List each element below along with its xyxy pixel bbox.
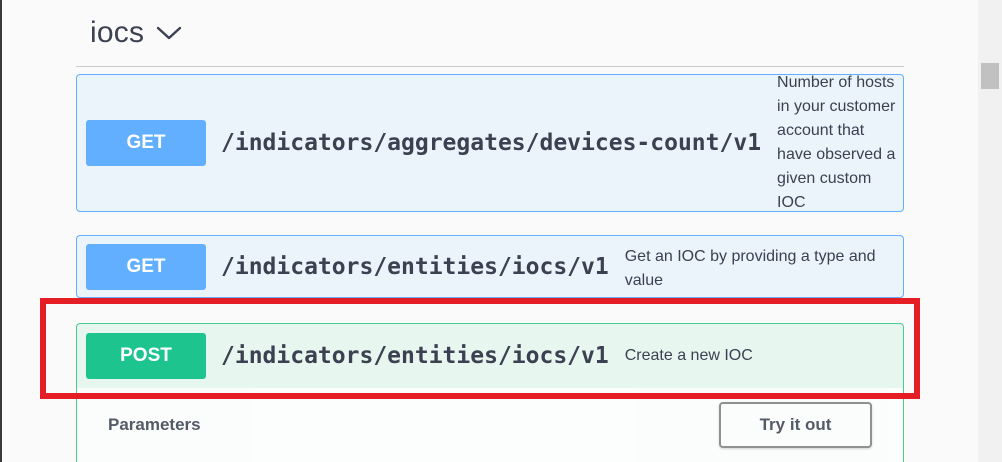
scrollbar-thumb[interactable] <box>981 63 999 89</box>
method-badge: POST <box>86 333 206 379</box>
parameters-label: Parameters <box>108 415 201 434</box>
scrollbar-track[interactable] <box>978 0 1002 462</box>
left-border <box>0 0 2 462</box>
chevron-down-icon[interactable] <box>156 25 182 41</box>
try-it-out-button[interactable]: Try it out <box>719 402 872 448</box>
operation-post-iocs[interactable]: POST /indicators/entities/iocs/v1 Create… <box>76 323 904 389</box>
method-badge: GET <box>86 243 206 290</box>
operation-get-devices-count[interactable]: GET /indicators/aggregates/devices-count… <box>76 74 904 212</box>
operation-path: /indicators/entities/iocs/v1 <box>221 253 609 280</box>
tag-section-header[interactable]: iocs <box>76 0 904 67</box>
method-badge: GET <box>86 120 206 166</box>
tag-title: iocs <box>90 16 145 49</box>
swagger-page: iocs GET /indicators/aggregates/devices-… <box>0 0 1002 462</box>
parameters-header: Parameters Try it out <box>77 388 903 462</box>
operation-path: /indicators/entities/iocs/v1 <box>221 343 609 369</box>
operation-path: /indicators/aggregates/devices-count/v1 <box>221 130 762 156</box>
operation-post-body: Parameters Try it out <box>76 388 904 462</box>
operation-get-iocs[interactable]: GET /indicators/entities/iocs/v1 Get an … <box>76 235 904 298</box>
operation-summary: Get an IOC by providing a type and value <box>624 247 876 289</box>
operation-summary: Number of hosts in your customer account… <box>777 74 896 211</box>
operation-summary: Create a new IOC <box>624 347 753 364</box>
